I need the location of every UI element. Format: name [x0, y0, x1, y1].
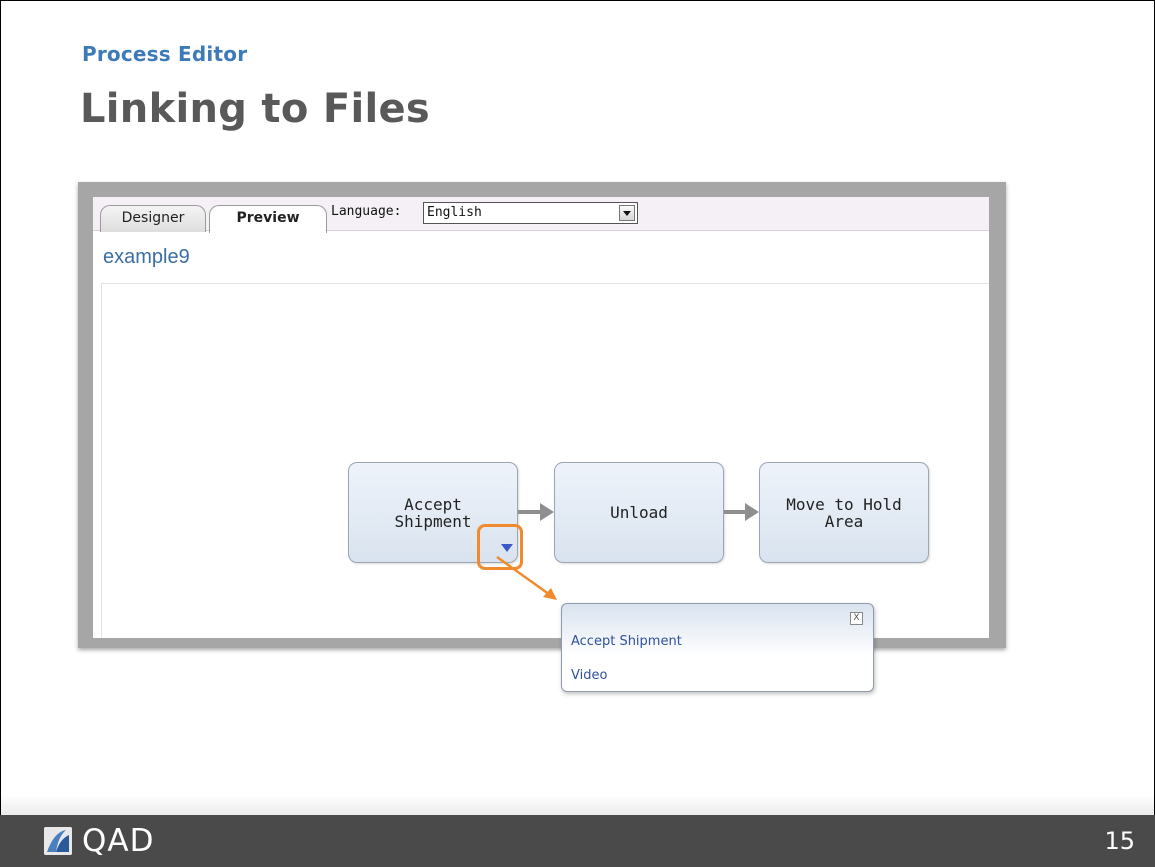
- language-value: English: [427, 205, 482, 220]
- footer: QAD 15: [0, 815, 1155, 867]
- section-title: Process Editor: [82, 42, 248, 66]
- language-select[interactable]: English: [423, 202, 638, 224]
- popup-link-video[interactable]: Video: [571, 668, 607, 683]
- tab-bar: Designer Preview Language: English: [93, 197, 989, 233]
- node-label: Unload: [610, 503, 668, 522]
- footer-shadow: [0, 795, 1155, 815]
- popup-link-accept-shipment[interactable]: Accept Shipment: [571, 634, 682, 649]
- document-title: example9: [103, 246, 190, 268]
- callout-arrow-icon: [496, 555, 557, 600]
- node-label: Accept Shipment: [394, 494, 472, 531]
- page-number: 15: [1104, 827, 1135, 855]
- process-node-move-to-hold-area[interactable]: Move to Hold Area: [759, 462, 929, 563]
- flow-arrow: [724, 503, 759, 521]
- logo-text: QAD: [82, 823, 155, 859]
- tab-designer[interactable]: Designer: [100, 205, 206, 232]
- tab-preview[interactable]: Preview: [209, 205, 327, 233]
- node-label: Move to Hold Area: [786, 494, 902, 531]
- language-label: Language:: [331, 204, 402, 219]
- qad-logo-icon: [44, 827, 72, 855]
- header-divider: [101, 283, 989, 284]
- slide-title: Linking to Files: [80, 86, 431, 132]
- dropdown-arrow-icon[interactable]: [619, 205, 635, 221]
- file-links-popup: X Accept Shipment Video: [561, 603, 874, 692]
- process-node-unload[interactable]: Unload: [554, 462, 724, 563]
- canvas-border: [101, 283, 102, 638]
- flow-arrow: [518, 503, 554, 521]
- close-icon[interactable]: X: [850, 612, 863, 625]
